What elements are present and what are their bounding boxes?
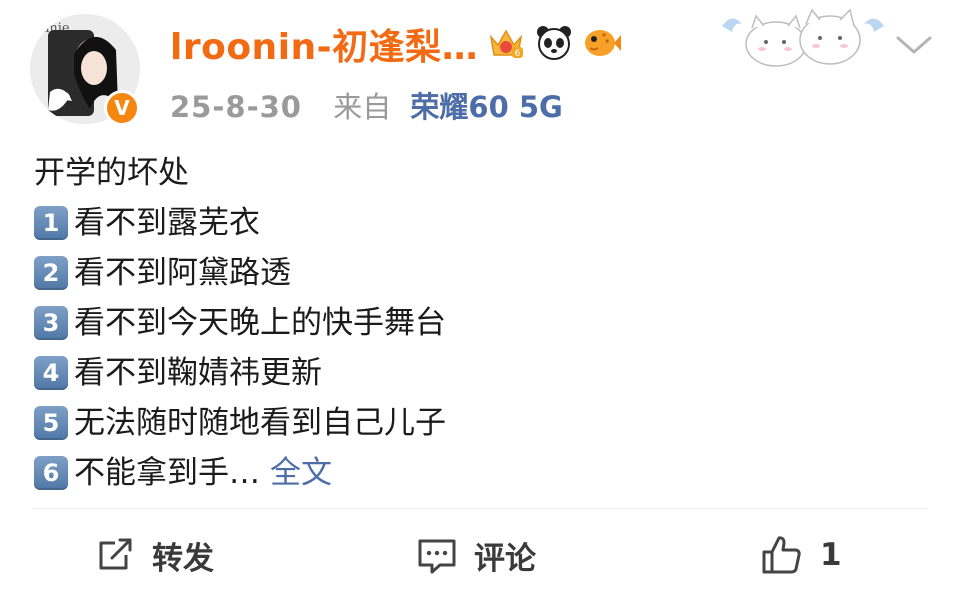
list-item: 6 不能拿到手… 全文 bbox=[34, 448, 446, 498]
list-item: 4 看不到鞠婧祎更新 bbox=[34, 348, 446, 398]
crown-badge-icon[interactable]: 6 bbox=[486, 22, 526, 62]
keycap-6-icon: 6 bbox=[34, 456, 68, 490]
repost-icon bbox=[99, 538, 132, 570]
pufferfish-icon[interactable] bbox=[582, 22, 622, 62]
like-count: 1 bbox=[820, 537, 842, 573]
list-item-text: 无法随时随地看到自己儿子 bbox=[74, 405, 446, 441]
user-badges: 6 bbox=[486, 22, 622, 62]
list-item-text: 看不到鞠婧祎更新 bbox=[74, 355, 322, 391]
list-item-text: 看不到今天晚上的快手舞台 bbox=[74, 305, 446, 341]
post-line-text: 开学的坏处 bbox=[34, 155, 189, 191]
list-item-text: 看不到露芜衣 bbox=[74, 205, 260, 241]
chevron-down-icon[interactable] bbox=[892, 30, 936, 60]
cat-decoration-icon bbox=[722, 8, 884, 67]
keycap-4-icon: 4 bbox=[34, 356, 68, 390]
list-item-text: 不能拿到手… bbox=[74, 455, 260, 491]
keycap-1-icon: 1 bbox=[34, 206, 68, 240]
list-item: 2 看不到阿黛路透 bbox=[34, 248, 446, 298]
divider bbox=[32, 508, 928, 509]
list-item-text: 看不到阿黛路透 bbox=[74, 255, 291, 291]
source-label: 来自 bbox=[333, 90, 392, 124]
device-link[interactable]: 荣耀60 5G bbox=[410, 90, 562, 124]
list-item: 5 无法随时随地看到自己儿子 bbox=[34, 398, 446, 448]
username[interactable]: lroonin-初逢梨… bbox=[170, 18, 478, 70]
comment-button[interactable]: 评论 bbox=[416, 520, 536, 590]
comment-icon bbox=[418, 539, 456, 574]
list-item: 1 看不到露芜衣 bbox=[34, 198, 446, 248]
keycap-5-icon: 5 bbox=[34, 406, 68, 440]
repost-button[interactable]: 转发 bbox=[96, 520, 214, 590]
action-bar: 转发 评论 1 bbox=[0, 520, 960, 590]
post-meta: 25-8-30 来自 荣耀60 5G bbox=[170, 84, 563, 126]
list-item: 3 看不到今天晚上的快手舞台 bbox=[34, 298, 446, 348]
comment-label: 评论 bbox=[474, 540, 536, 577]
panda-icon[interactable] bbox=[534, 22, 574, 62]
post-line: 开学的坏处 bbox=[34, 148, 446, 198]
verified-badge: V bbox=[104, 90, 140, 126]
like-button[interactable]: 1 bbox=[760, 520, 842, 590]
post-content: 开学的坏处 1 看不到露芜衣 2 看不到阿黛路透 3 看不到今天晚上的快手舞台 … bbox=[34, 148, 446, 498]
svg-text:6: 6 bbox=[515, 49, 521, 59]
thumbs-up-icon bbox=[762, 536, 801, 574]
repost-label: 转发 bbox=[152, 540, 214, 577]
keycap-3-icon: 3 bbox=[34, 306, 68, 340]
expand-full-text-link[interactable]: 全文 bbox=[270, 448, 332, 498]
keycap-2-icon: 2 bbox=[34, 256, 68, 290]
post-time: 25-8-30 bbox=[170, 90, 302, 124]
